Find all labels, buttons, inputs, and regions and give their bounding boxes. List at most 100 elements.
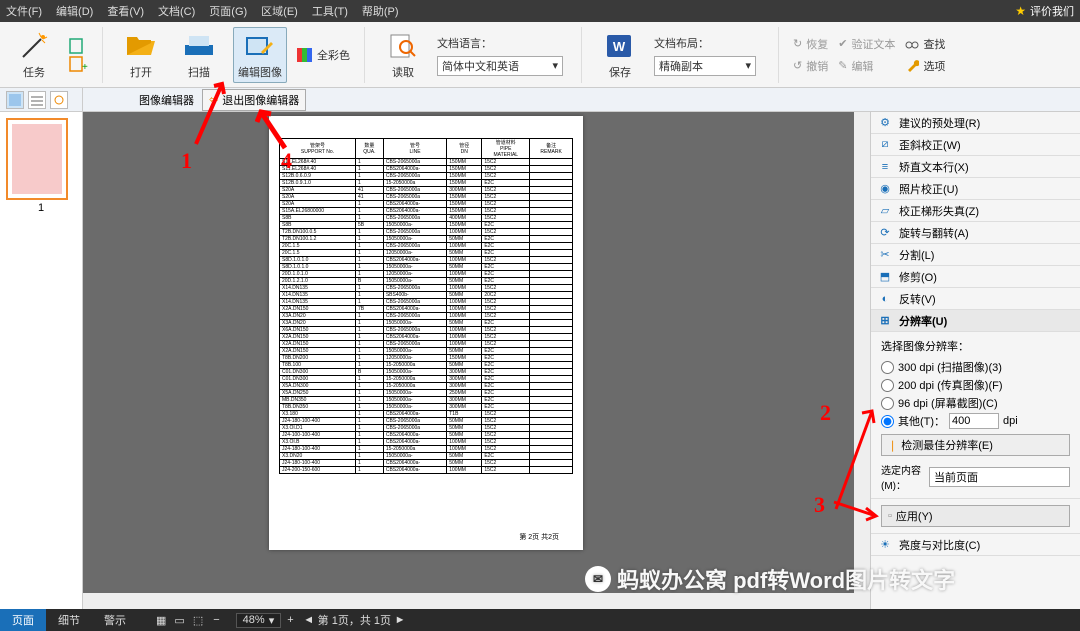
other-dpi-input[interactable] — [949, 413, 999, 429]
radio-other[interactable]: 其他(T)： dpi — [881, 412, 1070, 430]
edit-image-button[interactable]: 编辑图像 — [233, 27, 287, 83]
panel-item-icon: ✂ — [877, 247, 893, 263]
radio-300dpi[interactable]: 300 dpi (扫描图像)(3) — [881, 358, 1070, 376]
menu-item[interactable]: 文件(F) — [6, 3, 42, 19]
panel-item-icon: ≡ — [877, 159, 893, 175]
panel-item-icon: ⧄ — [877, 137, 893, 153]
word-icon: W — [605, 32, 635, 60]
edit-button: ✎编辑 — [838, 57, 895, 75]
ribbon-toolbar: 任务 + 打开 扫描 编辑图像 全彩色 读取 文档语言： 简体中文和英语▾ W … — [0, 22, 1080, 88]
view-settings[interactable] — [50, 91, 68, 109]
document-table: 管架号SUPPORT No.数量QUA.管号LINE管径DN管道材料PIPEMA… — [279, 138, 573, 474]
svg-text:W: W — [613, 39, 626, 54]
layout-select[interactable]: 精确副本▾ — [654, 56, 756, 76]
detect-resolution-button[interactable]: ❘检测最佳分辨率(E) — [881, 434, 1070, 456]
bulb-icon: ❘ — [888, 439, 897, 452]
color-icon — [297, 48, 313, 62]
nav-prev[interactable]: ◄ — [300, 614, 318, 626]
layout-label: 文档布局： — [654, 35, 709, 51]
brightness-item[interactable]: ☀亮度与对比度(C) — [871, 534, 1080, 556]
panel-item-icon: ◐ — [877, 291, 893, 307]
image-pencil-icon — [245, 34, 275, 58]
exit-editor-button[interactable]: ⇦退出图像编辑器 — [202, 89, 306, 111]
panel-item-icon: ⬒ — [877, 269, 893, 285]
menu-item[interactable]: 区域(E) — [261, 3, 298, 19]
task-button[interactable]: 任务 — [10, 30, 58, 80]
zoom-grid-icon[interactable]: ▦ — [152, 614, 170, 627]
undo-button: ↺撤销 — [793, 57, 828, 75]
watermark: ✉ 蚂蚁办公窝 pdf转Word图片转文字 — [585, 563, 955, 595]
menu-item[interactable]: 页面(G) — [209, 3, 247, 19]
vertical-scrollbar[interactable] — [854, 112, 870, 609]
thumbnail-number: 1 — [6, 202, 76, 214]
main-area: 1 管架号SUPPORT No.数量QUA.管号LINE管径DN管道材料PIPE… — [0, 112, 1080, 609]
resolution-title: 选择图像分辨率： — [881, 338, 1070, 354]
image-editor-label: 图像编辑器 — [131, 92, 202, 108]
rp-item[interactable]: ⬒修剪(O) — [871, 266, 1080, 288]
menu-item[interactable]: 帮助(P) — [362, 3, 399, 19]
horizontal-scrollbar[interactable] — [83, 593, 870, 609]
rate-us[interactable]: ★评价我们 — [1015, 3, 1074, 19]
menu-item[interactable]: 编辑(D) — [56, 3, 93, 19]
menu-item[interactable]: 工具(T) — [312, 3, 348, 19]
status-bar: 页面 细节 警示 ▦ ▭ ⬚ − 48% ▾ + ◄ 第 1页，共 1页 ► — [0, 609, 1080, 631]
panel-item-icon: ▱ — [877, 203, 893, 219]
tab-page[interactable]: 页面 — [0, 609, 46, 631]
radio-96dpi[interactable]: 96 dpi (屏幕截图)(C) — [881, 394, 1070, 412]
doclang-select[interactable]: 简体中文和英语▾ — [437, 56, 563, 76]
apply-button[interactable]: ▫应用(Y) — [881, 505, 1070, 527]
tab-detail[interactable]: 细节 — [46, 609, 92, 631]
save-button[interactable]: W 保存 — [596, 30, 644, 80]
rp-item[interactable]: ⧄歪斜校正(W) — [871, 134, 1080, 156]
panel-item-icon: ⚙ — [877, 115, 893, 131]
menu-item[interactable]: 文档(C) — [158, 3, 195, 19]
page-position: 第 1页，共 1页 — [318, 612, 391, 628]
magnify-doc-icon — [388, 33, 418, 59]
sun-icon: ☀ — [877, 537, 893, 553]
rp-item[interactable]: ◉照片校正(U) — [871, 178, 1080, 200]
tab-warn[interactable]: 警示 — [92, 609, 138, 631]
folder-open-icon — [125, 33, 157, 59]
undo-icon: ↺ — [793, 59, 802, 72]
page-thumbnail[interactable] — [6, 118, 68, 200]
restore-button: ↻恢复 — [793, 35, 828, 53]
rp-item[interactable]: ⊞分辨率(U) — [871, 310, 1080, 332]
rp-item[interactable]: ⚙建议的预处理(R) — [871, 112, 1080, 134]
rp-item[interactable]: ≡矫直文本行(X) — [871, 156, 1080, 178]
radio-200dpi[interactable]: 200 dpi (传真图像)(F) — [881, 376, 1070, 394]
open-button[interactable]: 打开 — [117, 30, 165, 80]
panel-item-icon: ⟳ — [877, 225, 893, 241]
rp-item[interactable]: ✂分割(L) — [871, 244, 1080, 266]
nav-next[interactable]: ► — [391, 614, 409, 626]
menu-item[interactable]: 查看(V) — [107, 3, 144, 19]
star-icon: ★ — [1015, 4, 1026, 18]
doclang-label: 文档语言： — [437, 35, 492, 51]
scope-select[interactable]: 当前页面 — [929, 467, 1070, 487]
binoculars-icon — [905, 37, 919, 51]
chevron-down-icon: ▾ — [269, 614, 275, 627]
view-details[interactable] — [28, 91, 46, 109]
doc-plus-icon[interactable]: + — [68, 56, 88, 72]
options-button[interactable]: 选项 — [905, 57, 945, 75]
zoom-select[interactable]: 48% ▾ — [236, 613, 282, 628]
view-thumbnails[interactable] — [6, 91, 24, 109]
wechat-icon: ✉ — [585, 566, 611, 592]
scan-button[interactable]: 扫描 — [175, 30, 223, 80]
fullcolor-option[interactable]: 全彩色 — [297, 46, 350, 64]
sub-toolbar: 图像编辑器 ⇦退出图像编辑器 — [0, 88, 1080, 112]
find-button[interactable]: 查找 — [905, 35, 945, 53]
check-icon: ✔ — [838, 37, 847, 50]
read-button[interactable]: 读取 — [379, 30, 427, 80]
rp-item[interactable]: ⟳旋转与翻转(A) — [871, 222, 1080, 244]
wrench-icon — [905, 59, 919, 73]
zoom-single-icon[interactable]: ▭ — [170, 614, 188, 627]
workspace[interactable]: 管架号SUPPORT No.数量QUA.管号LINE管径DN管道材料PIPEMA… — [83, 112, 870, 609]
pencil-icon: ✎ — [838, 59, 847, 72]
thumbnail-panel: 1 — [0, 112, 83, 609]
menu-bar: 文件(F) 编辑(D) 查看(V) 文档(C) 页面(G) 区域(E) 工具(T) 帮助(P)… — [0, 0, 1080, 22]
zoom-fit-icon[interactable]: ⬚ — [189, 614, 207, 627]
rp-item[interactable]: ▱校正梯形失真(Z) — [871, 200, 1080, 222]
doc-icon[interactable] — [68, 38, 88, 54]
page-footer: 第 2页 共2页 — [519, 532, 559, 542]
rp-item[interactable]: ◐反转(V) — [871, 288, 1080, 310]
